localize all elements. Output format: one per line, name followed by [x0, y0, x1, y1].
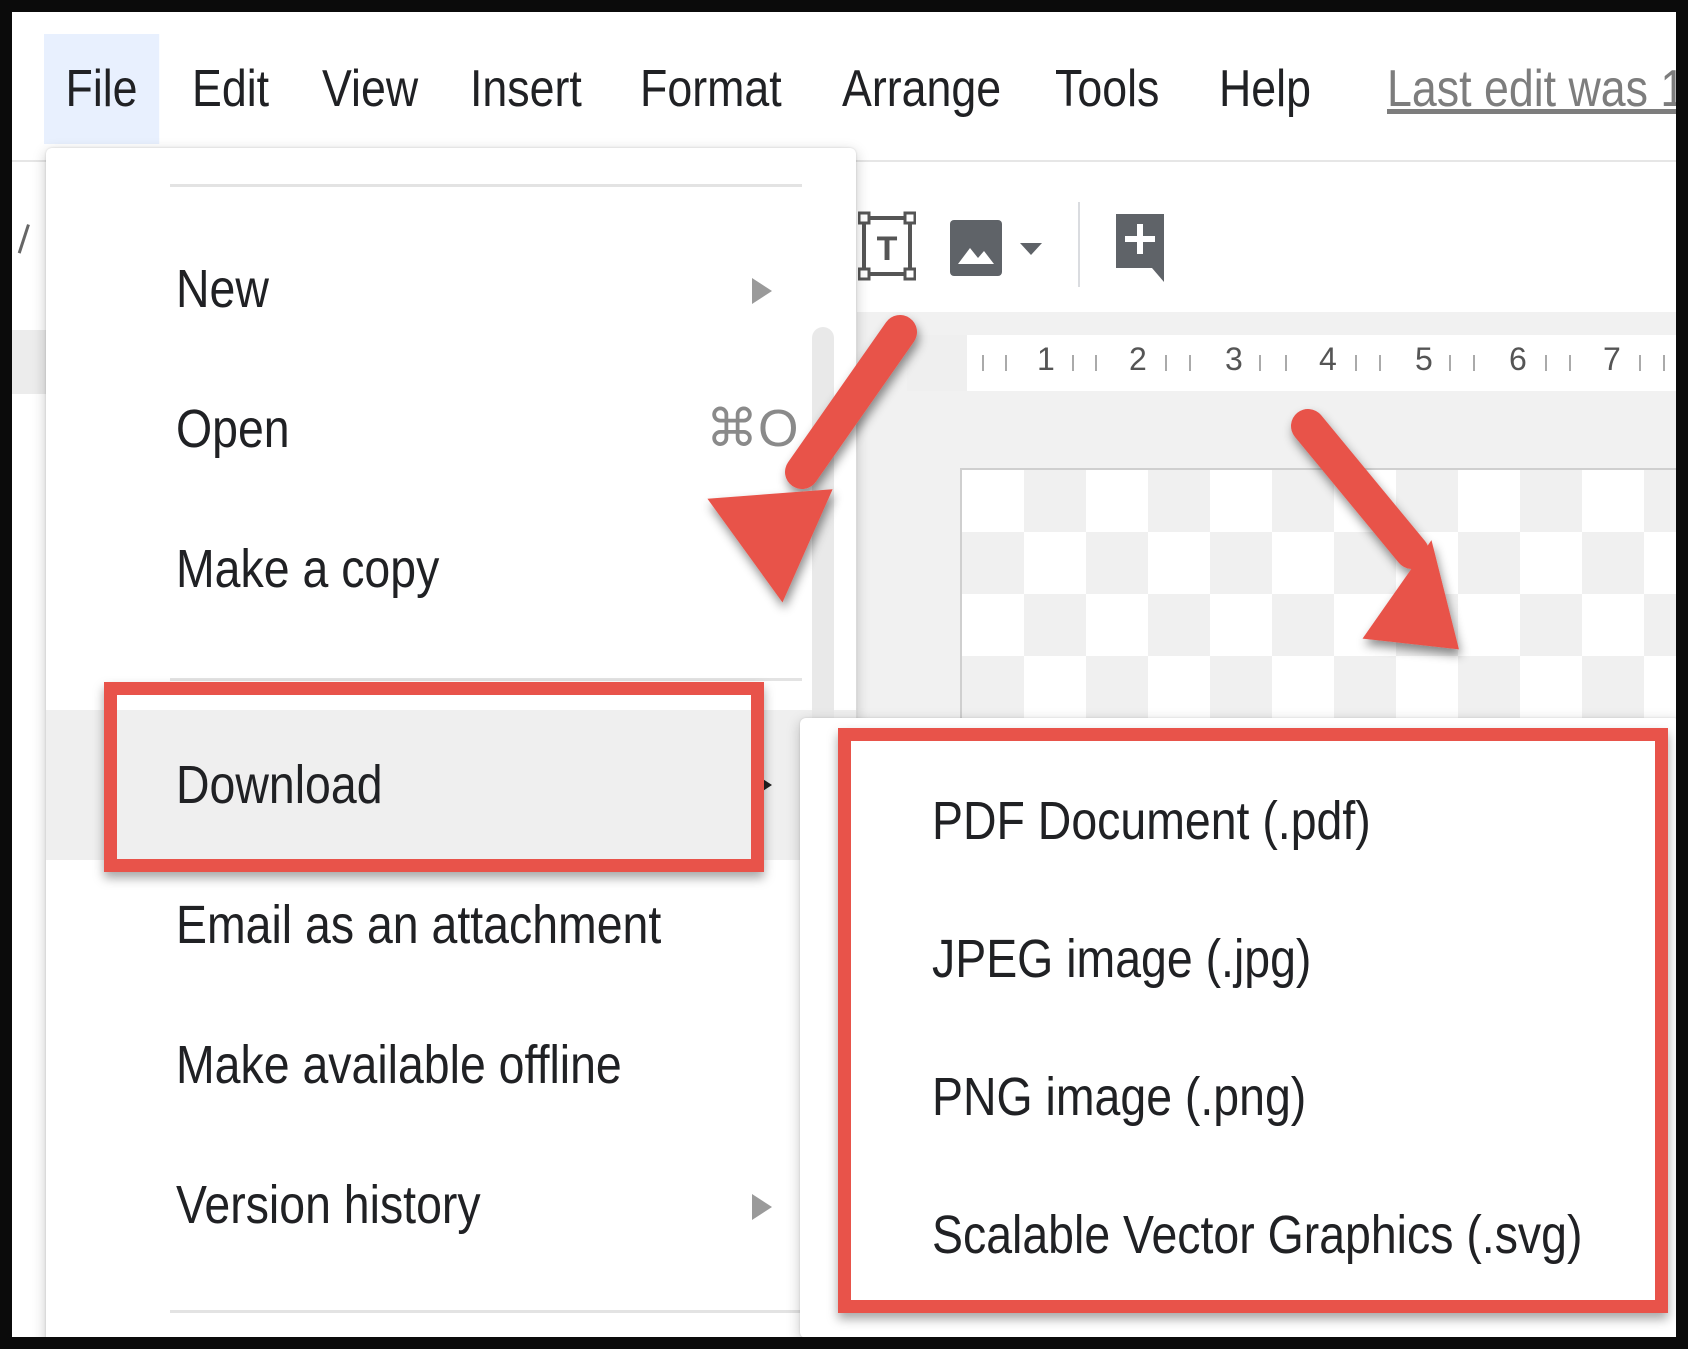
ruler-tick [1449, 355, 1451, 371]
toolbar-edge-mark [17, 224, 44, 258]
menu-item-new[interactable]: New [46, 224, 856, 354]
ruler-tick [1473, 355, 1475, 371]
horizontal-ruler[interactable]: 1 2 3 4 5 6 7 [967, 335, 1676, 391]
submenu-highlight-box [838, 728, 1668, 1313]
ruler-number: 2 [1129, 341, 1147, 377]
download-highlight-box [104, 682, 764, 872]
ruler-number: 3 [1225, 341, 1243, 377]
ruler-number: 5 [1415, 341, 1433, 377]
menu-item-label: New [176, 259, 269, 319]
ruler-number: 4 [1319, 341, 1337, 377]
ruler-tick [1095, 355, 1097, 371]
menu-divider [170, 678, 802, 681]
menu-item-label: Version history [176, 1175, 481, 1235]
menu-item-open[interactable]: Open ⌘O [46, 364, 856, 494]
text-box-icon[interactable]: T [857, 208, 917, 284]
dropdown-caret-icon[interactable] [1018, 240, 1044, 258]
ruler-tick [1663, 355, 1665, 371]
submenu-arrow-icon [752, 278, 772, 304]
add-comment-icon[interactable] [1112, 210, 1168, 284]
last-edit-link[interactable]: Last edit was 1 [1387, 34, 1676, 144]
menu-item-label: Open [176, 399, 290, 459]
menu-insert[interactable]: Insert [470, 34, 582, 144]
ruler-margin [907, 335, 967, 391]
screenshot-frame: 1 2 3 4 5 6 7 T File Edit View Insert Fo… [0, 0, 1688, 1349]
ruler-tick [1072, 355, 1074, 371]
ruler-tick [1189, 355, 1191, 371]
ruler-tick [1355, 355, 1357, 371]
ruler-tick [1379, 355, 1381, 371]
menu-item-label: Email as an attachment [176, 895, 662, 955]
menu-item-version-history[interactable]: Version history [46, 1140, 856, 1270]
menu-divider [170, 1310, 802, 1313]
menu-file[interactable]: File [44, 34, 160, 144]
menu-edit[interactable]: Edit [192, 34, 269, 144]
menu-format[interactable]: Format [640, 34, 782, 144]
ruler-tick [982, 355, 984, 371]
menu-divider [170, 184, 802, 187]
ruler-tick [1569, 355, 1571, 371]
ruler-tick [1005, 355, 1007, 371]
shortcut-label: ⌘O [706, 400, 799, 458]
menu-help[interactable]: Help [1219, 34, 1311, 144]
menu-item-make-offline[interactable]: Make available offline [46, 1000, 856, 1130]
menu-item-label: Make a copy [176, 539, 440, 599]
ruler-tick [1545, 355, 1547, 371]
svg-text:T: T [877, 230, 898, 268]
image-icon[interactable] [948, 218, 1004, 278]
menu-item-email-attachment[interactable]: Email as an attachment [46, 860, 856, 990]
menu-arrange[interactable]: Arrange [842, 34, 1001, 144]
ruler-number: 6 [1509, 341, 1527, 377]
menu-bar: File Edit View Insert Format Arrange Too… [12, 12, 1676, 152]
menu-view[interactable]: View [322, 34, 418, 144]
ruler-number: 7 [1603, 341, 1621, 377]
ruler-tick [1259, 355, 1261, 371]
menu-tools[interactable]: Tools [1055, 34, 1159, 144]
ruler-tick [1639, 355, 1641, 371]
ruler-number: 1 [1037, 341, 1055, 377]
toolbar-separator [1078, 202, 1080, 287]
submenu-arrow-icon [752, 1194, 772, 1220]
menu-item-make-copy[interactable]: Make a copy [46, 504, 856, 634]
menu-item-label: Make available offline [176, 1035, 622, 1095]
ruler-tick [1285, 355, 1287, 371]
ruler-tick [1165, 355, 1167, 371]
